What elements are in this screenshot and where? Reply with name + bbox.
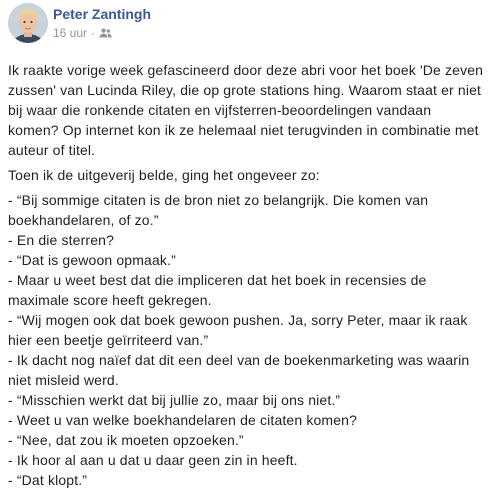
post-header: Peter Zantingh 16 uur · xyxy=(8,3,488,57)
dialogue-line: - “Bij sommige citaten is de bron niet z… xyxy=(8,192,429,208)
dialogue-line: - Ik hoor al aan u dat u daar geen zin i… xyxy=(8,452,298,468)
friends-icon[interactable] xyxy=(99,28,112,38)
avatar[interactable] xyxy=(8,3,48,43)
dialogue-line: hier een beetje geïrriteerd van.” xyxy=(8,332,209,348)
dialogue-line: - “Dat is gewoon opmaak.” xyxy=(8,252,176,268)
dialogue-line: - Weet u van welke boekhandelaren de cit… xyxy=(8,412,358,428)
dialogue-line: niet misleid werd. xyxy=(8,372,119,388)
post-meta: 16 uur · xyxy=(53,26,112,40)
dialogue-line: - Ik dacht nog naïef dat dit een deel va… xyxy=(8,352,470,368)
dialogue-line: - En die sterren? xyxy=(8,232,115,248)
dialogue-line: - Maar u weet best dat die impliceren da… xyxy=(8,272,427,288)
author-name[interactable]: Peter Zantingh xyxy=(53,6,151,22)
dialogue-list: - “Bij sommige citaten is de bron niet z… xyxy=(8,190,496,490)
post-paragraph-call: Toen ik de uitgeverij belde, ging het on… xyxy=(8,167,320,183)
dialogue-line: maximale score heeft gekregen. xyxy=(8,292,212,308)
post-timestamp[interactable]: 16 uur xyxy=(53,26,87,40)
dialogue-line: boekhandelaren, of zo.” xyxy=(8,212,159,228)
dialogue-line: - “Dat klopt.” xyxy=(8,472,88,488)
dialogue-line: - “Wij mogen ook dat boek gewoon pushen.… xyxy=(8,312,468,328)
meta-separator: · xyxy=(91,26,96,40)
dialogue-line: - “Nee, dat zou ik moeten opzoeken.” xyxy=(8,432,244,448)
dialogue-line: - “Misschien werkt dat bij jullie zo, ma… xyxy=(8,392,341,408)
post-body: Ik raakte vorige week gefascineerd door … xyxy=(8,60,496,490)
post-paragraph-intro: Ik raakte vorige week gefascineerd door … xyxy=(8,62,484,158)
